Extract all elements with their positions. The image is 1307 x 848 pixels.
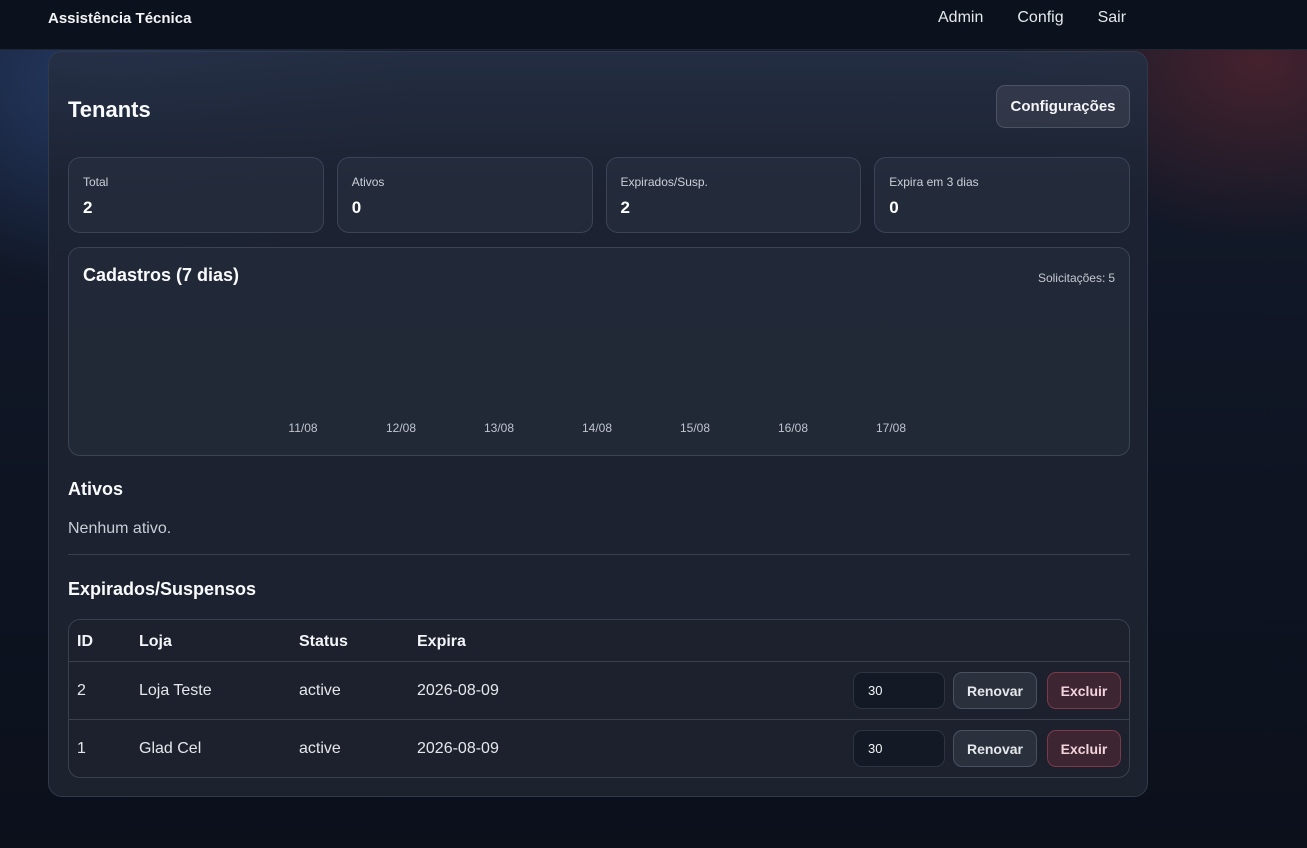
cell-id: 2 [77,682,86,699]
stat-card-expired: Expirados/Susp. 2 [605,157,862,233]
settings-button[interactable]: Configurações [996,85,1130,128]
table-row: 1 Glad Cel active 2026-08-09 Renovar Exc… [69,720,1129,777]
column-header-expires: Expira [417,633,466,650]
chart-x-tick-label: 11/08 [288,421,317,435]
chart-x-tick-label: 17/08 [876,421,906,435]
delete-button[interactable]: Excluir [1047,672,1121,709]
renew-button[interactable]: Renovar [953,672,1037,709]
page-title: Tenants [68,97,151,122]
stat-card-total: Total 2 [68,157,324,233]
active-section-title: Ativos [68,479,124,499]
top-nav: Admin Config Sair [938,9,1126,27]
nav-admin-link[interactable]: Admin [938,9,983,27]
table-header-row: ID Loja Status Expira [69,620,1129,662]
renew-days-input[interactable] [853,730,945,767]
stat-value: 0 [351,198,362,217]
column-header-store: Loja [139,633,172,650]
chart-x-tick-label: 16/08 [778,421,808,435]
chart-x-tick-label: 14/08 [582,421,612,435]
stat-label: Expirados/Susp. [620,175,708,189]
stat-card-expiring-soon: Expira em 3 dias 0 [874,157,1130,233]
section-divider [68,554,1130,555]
expired-section-title: Expirados/Suspensos [68,579,257,599]
renew-days-input[interactable] [853,672,945,709]
stat-value: 2 [83,198,93,217]
stat-label: Expira em 3 dias [889,175,979,189]
cell-store: Glad Cel [139,740,202,757]
stat-label: Ativos [351,175,385,189]
cell-status: active [299,682,341,699]
chart-x-tick-label: 12/08 [386,421,416,435]
stat-value: 2 [620,198,630,217]
top-navbar: Assistência Técnica Admin Config Sair [0,0,1307,50]
cell-expires: 2026-08-09 [417,740,499,757]
tenants-panel: Tenants Configurações Total 2 Ativos 0 E… [48,51,1148,797]
column-header-status: Status [299,633,348,650]
renew-button[interactable]: Renovar [953,730,1037,767]
stat-value: 0 [889,198,899,217]
cell-store: Loja Teste [139,682,212,699]
chart-x-tick-label: 13/08 [484,421,514,435]
stats-cards: Total 2 Ativos 0 Expirados/Susp. 2 Expir… [68,157,1130,233]
expired-tenants-table: ID Loja Status Expira 2 Loja Teste activ… [68,619,1130,778]
table-row: 2 Loja Teste active 2026-08-09 Renovar E… [69,662,1129,720]
empty-state-text: Nenhum ativo. [68,520,172,537]
cell-expires: 2026-08-09 [417,682,499,699]
nav-logout-link[interactable]: Sair [1098,9,1126,27]
column-header-id: ID [77,633,93,650]
brand-title[interactable]: Assistência Técnica [48,10,191,27]
cell-id: 1 [77,740,86,757]
delete-button[interactable]: Excluir [1047,730,1121,767]
chart-plot: 11/08 12/08 13/08 14/08 15/08 16/08 17/08 [288,421,906,435]
cell-status: active [299,740,341,757]
nav-config-link[interactable]: Config [1017,9,1063,27]
stat-card-active: Ativos 0 [336,157,593,233]
stat-label: Total [83,175,109,189]
registrations-chart: Cadastros (7 dias) Solicitações: 5 11/08 1… [68,247,1130,456]
chart-x-tick-label: 15/08 [680,421,710,435]
